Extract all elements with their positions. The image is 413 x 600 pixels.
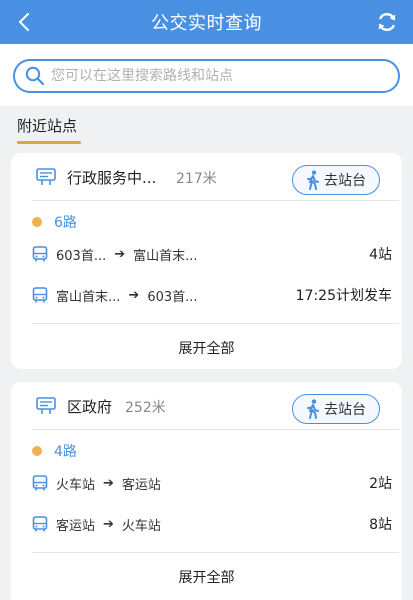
walking-icon [307, 170, 319, 190]
direction-from: 富山首末... [56, 289, 121, 305]
direction-to: 火车站 [121, 518, 161, 534]
expand-all-button[interactable]: 展开全部 [11, 567, 402, 587]
direction-from: 火车站 [56, 477, 96, 493]
go-to-stop-button[interactable]: 去站台 [292, 165, 380, 195]
direction-to: 客运站 [121, 477, 161, 493]
page-title: 公交实时查询 [151, 13, 262, 34]
go-to-stop-button[interactable]: 去站台 [292, 394, 380, 424]
arrow-right-icon: ➔ [103, 475, 114, 491]
refresh-button[interactable] [373, 8, 401, 36]
divider [32, 429, 399, 430]
divider [32, 200, 399, 201]
search-input[interactable] [51, 68, 381, 84]
route-header: 4路 [32, 441, 77, 461]
arrival-status: 8站 [369, 517, 392, 533]
route-direction-row[interactable]: 火车站 ➔ 客运站 2站 [32, 471, 392, 495]
route-dot [32, 446, 42, 456]
route-header: 6路 [32, 212, 77, 232]
direction-to: 富山首末... [133, 248, 198, 264]
arrow-right-icon: ➔ [114, 246, 126, 262]
stop-header: 区政府 252米 去站台 [11, 382, 402, 430]
bus-icon [32, 287, 48, 303]
direction-from: 603首... [56, 248, 107, 264]
walking-icon [307, 399, 319, 419]
stop-distance: 217米 [176, 171, 217, 187]
divider [32, 323, 399, 324]
search-icon [25, 66, 45, 86]
go-to-stop-label: 去站台 [324, 173, 366, 189]
bus-icon [32, 516, 48, 532]
route-name: 6路 [54, 215, 77, 231]
bus-stop-sign-icon [36, 168, 56, 185]
route-name: 4路 [54, 444, 77, 460]
route-direction-row[interactable]: 603首... ➔ 富山首末... 4站 [32, 242, 392, 266]
bus-stop-sign-icon [36, 397, 56, 414]
stop-name: 行政服务中... [67, 169, 157, 187]
arrival-status: 4站 [369, 247, 392, 263]
stop-name: 区政府 [67, 398, 113, 416]
arrival-status: 2站 [369, 476, 392, 492]
bus-icon [32, 475, 48, 491]
search-area [0, 44, 413, 106]
go-to-stop-label: 去站台 [324, 402, 366, 418]
expand-all-button[interactable]: 展开全部 [11, 338, 402, 358]
arrow-right-icon: ➔ [103, 516, 114, 532]
back-button[interactable] [10, 8, 38, 36]
divider [32, 552, 399, 553]
arrow-right-icon: ➔ [128, 287, 140, 303]
refresh-icon [378, 13, 396, 31]
tab-bar: 附近站点 [0, 106, 413, 146]
stop-card: 行政服务中... 217米 去站台 6路 603首... ➔ 富山首末... 4… [11, 153, 402, 369]
direction-from: 客运站 [56, 518, 96, 534]
route-direction-row[interactable]: 富山首末... ➔ 603首... 17:25计划发车 [32, 283, 392, 307]
back-arrow-icon [18, 13, 29, 31]
route-direction-row[interactable]: 客运站 ➔ 火车站 8站 [32, 512, 392, 536]
stop-card: 区政府 252米 去站台 4路 火车站 ➔ 客运站 2站 客运站 ➔ 火车站 8… [11, 382, 402, 600]
route-dot [32, 217, 42, 227]
search-box[interactable] [13, 59, 400, 93]
arrival-status: 17:25计划发车 [295, 288, 392, 304]
tab-active-indicator [17, 141, 81, 144]
direction-to: 603首... [147, 289, 198, 305]
tab-nearby-stops[interactable]: 附近站点 [17, 115, 77, 136]
top-bar: 公交实时查询 [0, 0, 413, 44]
stop-header: 行政服务中... 217米 去站台 [11, 153, 402, 201]
bus-icon [32, 246, 48, 262]
stop-distance: 252米 [125, 400, 166, 416]
